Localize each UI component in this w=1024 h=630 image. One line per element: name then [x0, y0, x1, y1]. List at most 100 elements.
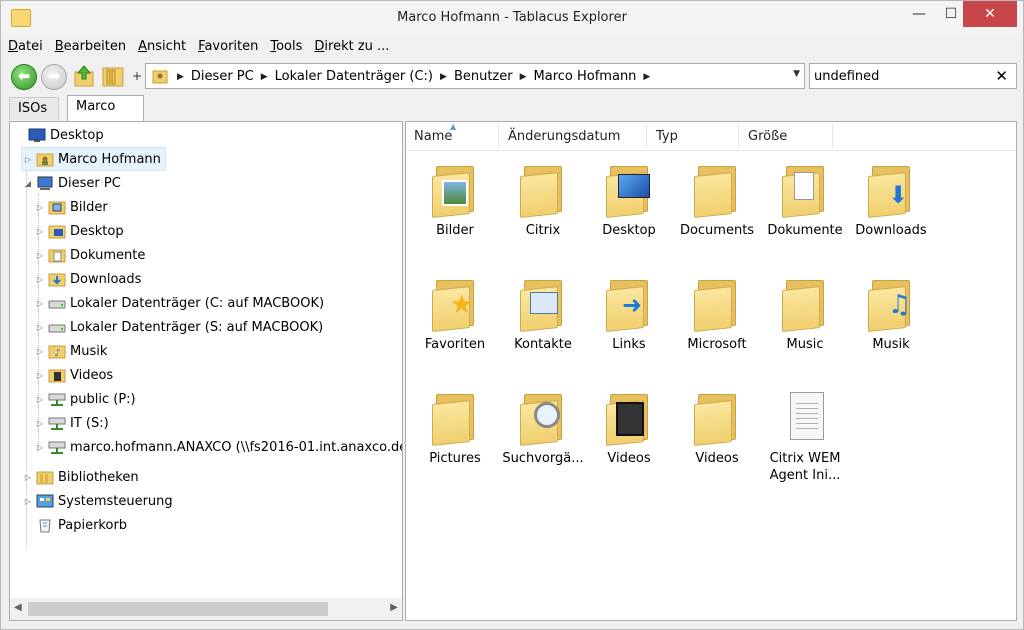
tree-item-bilder[interactable]: ▷ Bilder — [34, 196, 108, 218]
file-item-label: Downloads — [855, 223, 927, 238]
tree-item-bibliotheken[interactable]: ▷ Bibliotheken — [22, 466, 139, 488]
file-item[interactable]: ⬇ Downloads — [848, 156, 934, 266]
file-item[interactable]: Citrix — [500, 156, 586, 266]
search-input[interactable]: undefined ✕ — [809, 63, 1017, 89]
file-item[interactable]: Kontakte — [500, 270, 586, 380]
tree-item-downloads[interactable]: ▷ Downloads — [34, 268, 141, 290]
file-item[interactable]: Videos — [674, 384, 760, 494]
search-value[interactable]: undefined — [814, 69, 879, 84]
horizontal-scrollbar[interactable]: ◀ ▶ — [10, 598, 402, 620]
breadcrumb-separator-icon[interactable]: ▶ — [261, 72, 268, 82]
minimize-button[interactable]: — — [903, 1, 935, 27]
menu-direkt-zu[interactable]: Direkt zu ... — [313, 39, 390, 59]
music-folder-icon: ♪ — [48, 345, 66, 359]
tree-item-desktop-folder[interactable]: ▷ Desktop — [34, 220, 124, 242]
address-dropdown-icon[interactable]: ▼ — [793, 69, 800, 79]
tab-marco-hofmann[interactable]: Marco Hofmann — [67, 95, 145, 136]
tree-item-papierkorb[interactable]: Papierkorb — [34, 514, 127, 536]
column-name[interactable]: Name — [414, 129, 452, 144]
close-button[interactable]: ✕ — [963, 1, 1017, 27]
title-bar[interactable]: Marco Hofmann - Tablacus Explorer — ☐ ✕ — [1, 1, 1023, 35]
file-item[interactable]: ♫ Musik — [848, 270, 934, 380]
expand-arrow-icon[interactable]: ▷ — [34, 275, 46, 284]
file-item[interactable]: Music — [762, 270, 848, 380]
breadcrumb-separator-icon[interactable]: ▶ — [520, 72, 527, 82]
expand-arrow-icon[interactable]: ▷ — [34, 371, 46, 380]
tree-item-systemsteuerung[interactable]: ▷ Systemsteuerung — [22, 490, 173, 512]
tree-item-label: Videos — [70, 367, 114, 383]
expand-arrow-icon[interactable]: ▷ — [22, 473, 34, 482]
column-size[interactable]: Größe — [748, 129, 787, 144]
column-date-modified[interactable]: Änderungsdatum — [508, 129, 620, 144]
tree-item-marco-hofmann[interactable]: ▷ Marco Hofmann — [21, 147, 166, 171]
file-item[interactable]: Pictures — [412, 384, 498, 494]
expand-arrow-icon[interactable]: ▷ — [22, 497, 34, 506]
scroll-right-icon[interactable]: ▶ — [390, 602, 398, 613]
expand-arrow-icon[interactable]: ▷ — [34, 443, 46, 452]
breadcrumb-separator-icon[interactable]: ▶ — [643, 72, 650, 82]
scrollbar-thumb[interactable] — [28, 602, 328, 616]
menu-ansicht[interactable]: Ansicht — [137, 39, 187, 59]
file-item-label: Kontakte — [514, 337, 572, 352]
tree-item-public-p[interactable]: ▷ public (P:) — [34, 388, 136, 410]
expand-arrow-icon[interactable]: ▷ — [22, 155, 34, 164]
tree-item-musik[interactable]: ▷ ♪ Musik — [34, 340, 107, 362]
menu-bearbeiten[interactable]: Bearbeiten — [54, 39, 127, 59]
menu-favoriten[interactable]: Favoriten — [197, 39, 259, 59]
menu-tools[interactable]: Tools — [269, 39, 303, 59]
expand-arrow-icon[interactable]: ▷ — [34, 395, 46, 404]
file-item[interactable]: Videos — [586, 384, 672, 494]
library-folder-icon[interactable] — [101, 64, 125, 88]
file-item[interactable]: Dokumente — [762, 156, 848, 266]
user-folder-icon — [36, 153, 54, 167]
scroll-left-icon[interactable]: ◀ — [14, 602, 22, 613]
breadcrumb-marco-hofmann[interactable]: Marco Hofmann — [534, 69, 637, 84]
file-item-label: Musik — [872, 337, 910, 352]
expand-arrow-icon[interactable]: ▷ — [34, 203, 46, 212]
breadcrumb-separator-icon[interactable]: ▶ — [440, 72, 447, 82]
breadcrumb-benutzer[interactable]: Benutzer — [454, 69, 513, 84]
file-item[interactable]: ★ Favoriten — [412, 270, 498, 380]
file-item[interactable]: Desktop — [586, 156, 672, 266]
menu-bar: Datei Bearbeiten Ansicht Favoriten Tools… — [7, 39, 390, 59]
file-item-label: Citrix — [525, 223, 561, 238]
file-item[interactable]: Microsoft — [674, 270, 760, 380]
file-item[interactable]: Bilder — [412, 156, 498, 266]
network-drive-icon — [48, 393, 66, 406]
clear-search-icon[interactable]: ✕ — [995, 67, 1008, 85]
tree-item-videos[interactable]: ▷ Videos — [34, 364, 113, 386]
explorer-window: Marco Hofmann - Tablacus Explorer — ☐ ✕ … — [0, 0, 1024, 630]
address-bar[interactable]: ▶ Dieser PC ▶ Lokaler Datenträger (C:) ▶… — [145, 63, 805, 89]
up-folder-icon[interactable] — [73, 64, 95, 88]
forward-button[interactable]: ➡ — [41, 64, 67, 90]
file-item-label: Videos — [607, 451, 651, 466]
expand-arrow-icon[interactable]: ▷ — [34, 347, 46, 356]
file-item[interactable]: Citrix WEM Agent Ini... — [762, 384, 848, 494]
breadcrumb-local-disk[interactable]: Lokaler Datenträger (C:) — [275, 69, 433, 84]
file-item[interactable]: Documents — [674, 156, 760, 266]
expand-arrow-icon[interactable]: ▷ — [34, 323, 46, 332]
tree-item-local-disk-s[interactable]: ▷ Lokaler Datenträger (S: auf MACBOOK) — [34, 316, 323, 338]
tree-item-dieser-pc[interactable]: ◢ Dieser PC — [22, 172, 121, 194]
breadcrumb-separator-icon[interactable]: ▶ — [177, 72, 184, 82]
breadcrumb-dieser-pc[interactable]: Dieser PC — [191, 69, 254, 84]
expand-arrow-icon[interactable]: ▷ — [34, 227, 46, 236]
expand-arrow-icon[interactable]: ▷ — [34, 419, 46, 428]
tree-item-local-disk-c[interactable]: ▷ Lokaler Datenträger (C: auf MACBOOK) — [34, 292, 324, 314]
control-panel-icon — [36, 494, 54, 508]
new-tab-button[interactable]: + — [132, 69, 142, 83]
collapse-arrow-icon[interactable]: ◢ — [22, 179, 34, 188]
column-type[interactable]: Typ — [656, 129, 678, 144]
folder-icon — [518, 160, 568, 220]
expand-arrow-icon[interactable]: ▷ — [34, 299, 46, 308]
tree-item-desktop[interactable]: Desktop — [14, 124, 104, 146]
menu-datei[interactable]: Datei — [7, 39, 44, 59]
file-item[interactable]: ➜ Links — [586, 270, 672, 380]
tree-item-dokumente[interactable]: ▷ Dokumente — [34, 244, 145, 266]
tab-isos[interactable]: ISOs — [9, 97, 59, 120]
expand-arrow-icon[interactable]: ▷ — [34, 251, 46, 260]
back-button[interactable]: ⬅ — [11, 64, 37, 90]
tree-item-home-share[interactable]: ▷ marco.hofmann.ANAXCO (\\fs2016-01.int.… — [34, 436, 402, 458]
tree-item-it-s[interactable]: ▷ IT (S:) — [34, 412, 109, 434]
file-item[interactable]: Suchvorgä... — [500, 384, 586, 494]
